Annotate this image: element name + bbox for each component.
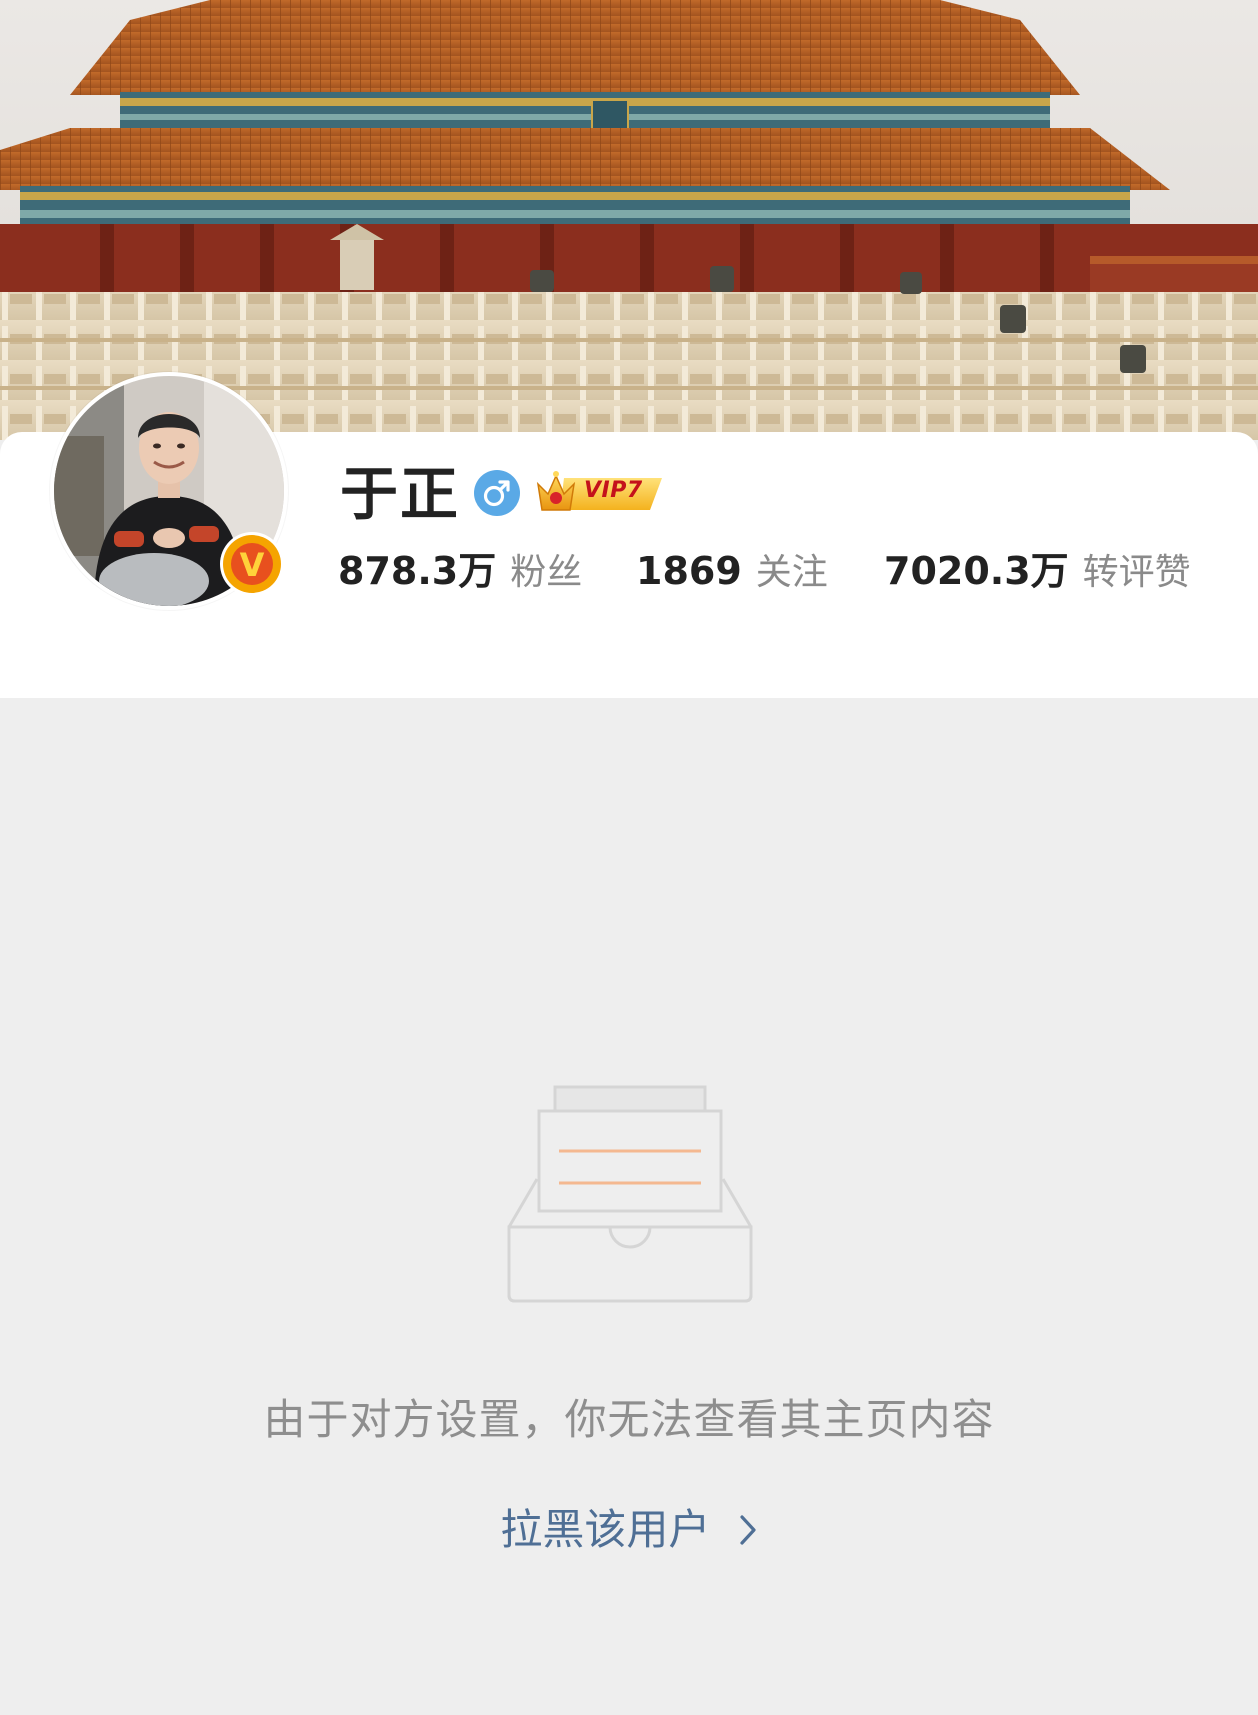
stat-followers-label: 粉丝 bbox=[510, 552, 583, 593]
stat-following-value: 1869 bbox=[636, 549, 742, 593]
profile-name: 于正 bbox=[340, 460, 461, 528]
vip-level-label: VIP7 bbox=[584, 478, 643, 503]
block-user-link[interactable]: 拉黑该用户 bbox=[0, 1500, 1258, 1563]
stat-followers-value: 878.3万 bbox=[338, 549, 497, 593]
verified-badge-letter: V bbox=[240, 546, 265, 584]
stat-following[interactable]: 1869 关注 bbox=[636, 545, 828, 605]
stat-following-label: 关注 bbox=[755, 552, 828, 593]
vip-badge[interactable]: VIP7 bbox=[534, 466, 666, 520]
empty-inbox-icon bbox=[505, 1085, 755, 1305]
stat-interactions-label: 转评赞 bbox=[1082, 552, 1191, 593]
chevron-right-icon bbox=[738, 1503, 758, 1563]
private-profile-notice: 由于对方设置，你无法查看其主页内容 bbox=[263, 1395, 995, 1444]
verified-badge: V bbox=[220, 532, 284, 596]
stat-interactions-value: 7020.3万 bbox=[884, 549, 1069, 593]
stat-followers[interactable]: 878.3万 粉丝 bbox=[338, 545, 582, 605]
male-symbol-icon bbox=[474, 470, 520, 516]
block-user-link-label: 拉黑该用户 bbox=[500, 1505, 711, 1554]
stat-interactions[interactable]: 7020.3万 转评赞 bbox=[884, 545, 1191, 605]
